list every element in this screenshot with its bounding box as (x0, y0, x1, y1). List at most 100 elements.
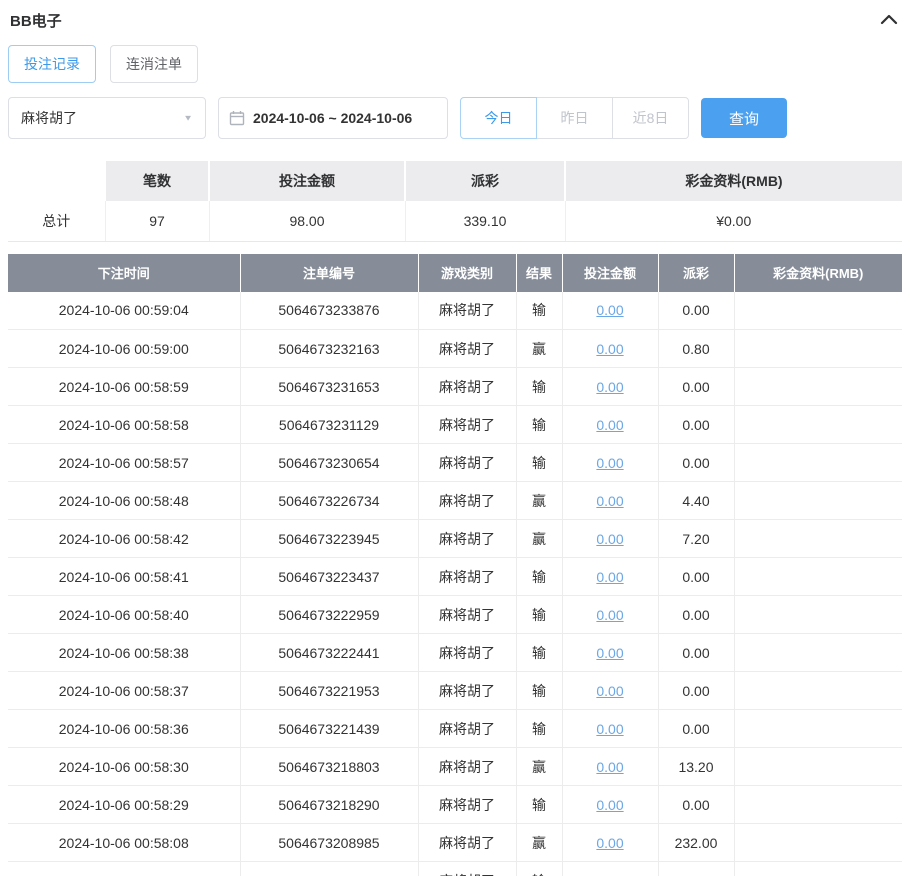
cell-order_id: 5064673208476 (240, 862, 418, 876)
cell-payout: 4.40 (658, 482, 734, 520)
cell-bonus (734, 862, 902, 876)
cell-bet: 0.00 (562, 292, 658, 330)
records-header-cell: 游戏类别 (418, 254, 516, 292)
chevron-down-icon: ▼ (183, 114, 193, 123)
cell-bet: 0.00 (562, 558, 658, 596)
date-range-picker[interactable]: 2024-10-06 ~ 2024-10-06 (218, 97, 448, 139)
cell-result: 输 (516, 862, 562, 876)
summary-header-cell: 彩金资料(RMB) (565, 161, 902, 201)
cell-time: 2024-10-06 00:58:37 (8, 672, 240, 710)
game-select[interactable]: 麻将胡了 ▼ (8, 97, 206, 139)
cell-payout: 0.00 (658, 710, 734, 748)
summary-header-row: 笔数投注金额派彩彩金资料(RMB) (8, 161, 902, 201)
cell-order_id: 5064673223437 (240, 558, 418, 596)
summary-header-cell: 笔数 (105, 161, 209, 201)
cell-result: 赢 (516, 824, 562, 862)
bet-amount-link[interactable]: 0.00 (596, 455, 623, 471)
table-row: 2024-10-06 00:58:595064673231653麻将胡了输0.0… (8, 368, 902, 406)
table-row: 2024-10-06 00:58:415064673223437麻将胡了输0.0… (8, 558, 902, 596)
cell-bonus (734, 748, 902, 786)
cell-order_id: 5064673232163 (240, 330, 418, 368)
cell-bonus (734, 330, 902, 368)
summary-header-cell: 投注金额 (209, 161, 405, 201)
cell-bonus (734, 672, 902, 710)
collapse-button[interactable] (878, 11, 900, 30)
quick-last8days-button[interactable]: 近8日 (612, 97, 689, 139)
cell-order_id: 5064673226734 (240, 482, 418, 520)
bet-amount-link[interactable]: 0.00 (596, 417, 623, 433)
cell-result: 赢 (516, 520, 562, 558)
bet-amount-link[interactable]: 0.00 (596, 835, 623, 851)
cell-time: 2024-10-06 00:58:08 (8, 824, 240, 862)
cell-payout: 0.00 (658, 406, 734, 444)
cell-time: 2024-10-06 00:59:04 (8, 292, 240, 330)
table-row: 2024-10-06 00:59:045064673233876麻将胡了输0.0… (8, 292, 902, 330)
summary-header-cell (8, 161, 105, 201)
cell-game: 麻将胡了 (418, 330, 516, 368)
cell-result: 赢 (516, 482, 562, 520)
cell-payout: 0.00 (658, 596, 734, 634)
quick-today-button[interactable]: 今日 (460, 97, 537, 139)
bet-amount-link[interactable]: 0.00 (596, 721, 623, 737)
cell-payout: 0.00 (658, 444, 734, 482)
cell-order_id: 5064673221953 (240, 672, 418, 710)
page-title: BB电子 (10, 10, 62, 31)
cell-payout: 0.00 (658, 634, 734, 672)
bet-amount-link[interactable]: 0.00 (596, 569, 623, 585)
cell-result: 输 (516, 292, 562, 330)
bet-amount-link[interactable]: 0.00 (596, 797, 623, 813)
summary-table: 笔数投注金额派彩彩金资料(RMB) 总计9798.00339.10¥0.00 (8, 161, 902, 242)
bet-amount-link[interactable]: 0.00 (596, 341, 623, 357)
cell-bonus (734, 444, 902, 482)
bet-amount-link[interactable]: 0.00 (596, 873, 623, 876)
panel-header: BB电子 (8, 8, 902, 31)
cell-bonus (734, 786, 902, 824)
summary-cell: 98.00 (209, 201, 405, 241)
cell-payout: 0.00 (658, 862, 734, 876)
cell-game: 麻将胡了 (418, 444, 516, 482)
tab-cancelled-orders[interactable]: 连消注单 (110, 45, 198, 83)
table-row: 2024-10-06 00:59:005064673232163麻将胡了赢0.0… (8, 330, 902, 368)
summary-cell: 97 (105, 201, 209, 241)
cell-time: 2024-10-06 00:58:40 (8, 596, 240, 634)
summary-cell: 339.10 (405, 201, 565, 241)
table-row: 2024-10-06 00:58:405064673222959麻将胡了输0.0… (8, 596, 902, 634)
bet-amount-link[interactable]: 0.00 (596, 302, 623, 318)
bet-amount-link[interactable]: 0.00 (596, 379, 623, 395)
cell-game: 麻将胡了 (418, 710, 516, 748)
cell-bet: 0.00 (562, 710, 658, 748)
bet-amount-link[interactable]: 0.00 (596, 531, 623, 547)
bet-amount-link[interactable]: 0.00 (596, 645, 623, 661)
cell-bet: 0.00 (562, 672, 658, 710)
cell-order_id: 5064673233876 (240, 292, 418, 330)
cell-time: 2024-10-06 00:58:30 (8, 748, 240, 786)
cell-bet: 0.00 (562, 406, 658, 444)
tab-bet-records[interactable]: 投注记录 (8, 45, 96, 83)
table-row: 2024-10-06 00:58:085064673208985麻将胡了赢0.0… (8, 824, 902, 862)
cell-time: 2024-10-06 00:58:38 (8, 634, 240, 672)
cell-payout: 0.00 (658, 368, 734, 406)
cell-bet: 0.00 (562, 482, 658, 520)
table-row: 2024-10-06 00:58:375064673221953麻将胡了输0.0… (8, 672, 902, 710)
bet-amount-link[interactable]: 0.00 (596, 683, 623, 699)
cell-payout: 0.00 (658, 786, 734, 824)
table-row: 2024-10-06 00:58:295064673218290麻将胡了输0.0… (8, 786, 902, 824)
cell-bet: 0.00 (562, 862, 658, 876)
cell-bonus (734, 558, 902, 596)
cell-result: 输 (516, 786, 562, 824)
cell-game: 麻将胡了 (418, 368, 516, 406)
cell-bonus (734, 520, 902, 558)
cell-result: 赢 (516, 330, 562, 368)
table-row: 2024-10-06 00:58:575064673230654麻将胡了输0.0… (8, 444, 902, 482)
bet-amount-link[interactable]: 0.00 (596, 759, 623, 775)
bet-amount-link[interactable]: 0.00 (596, 493, 623, 509)
query-button[interactable]: 查询 (701, 98, 787, 138)
cell-result: 输 (516, 710, 562, 748)
cell-time: 2024-10-06 00:58:41 (8, 558, 240, 596)
bet-amount-link[interactable]: 0.00 (596, 607, 623, 623)
cell-payout: 0.80 (658, 330, 734, 368)
cell-result: 输 (516, 672, 562, 710)
cell-game: 麻将胡了 (418, 786, 516, 824)
quick-yesterday-button[interactable]: 昨日 (536, 97, 613, 139)
cell-game: 麻将胡了 (418, 596, 516, 634)
